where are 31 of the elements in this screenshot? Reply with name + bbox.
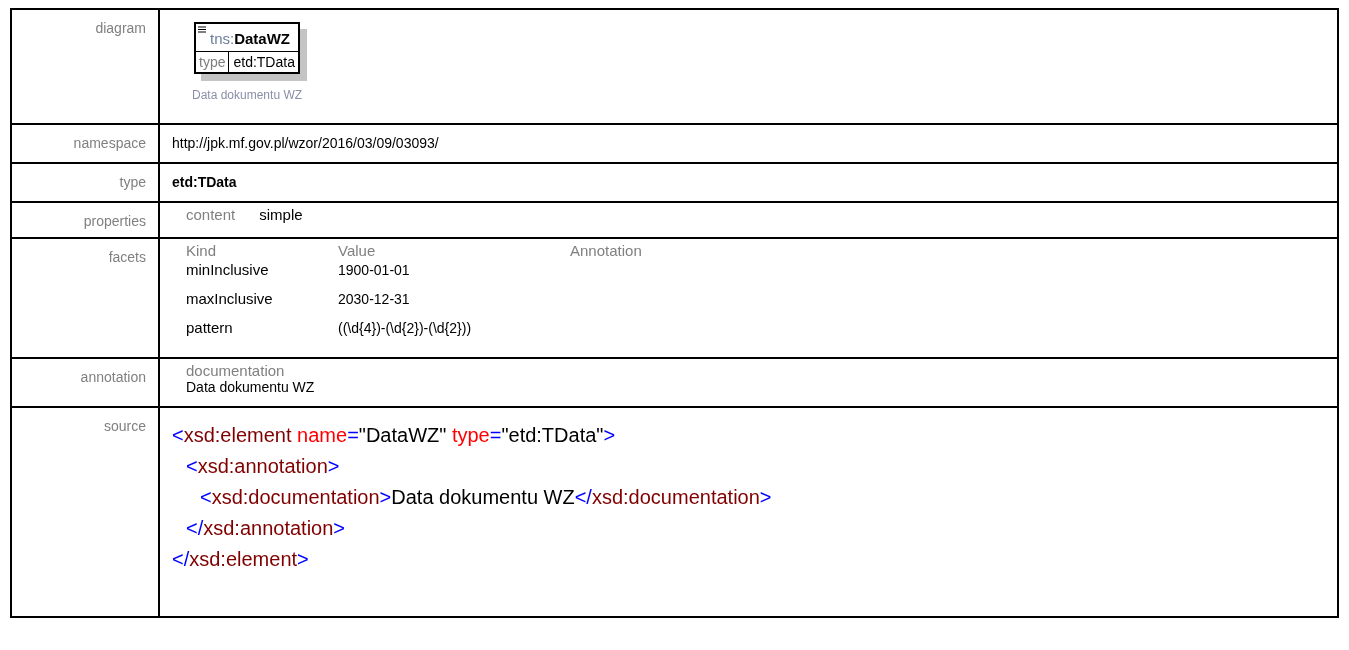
lines-icon	[198, 26, 206, 33]
namespace-value: http://jpk.mf.gov.pl/wzor/2016/03/09/03093/	[172, 135, 439, 151]
property-value: simple	[259, 206, 304, 223]
facet-value: 2030-12-31	[338, 289, 411, 309]
row-label: annotation	[80, 369, 146, 385]
facet-value: 1900-01-01	[338, 260, 411, 280]
code-line: <xsd:documentation>Data dokumentu WZ</xsd:documentation>	[200, 485, 773, 510]
row-label: namespace	[73, 135, 146, 151]
code-line: </xsd:annotation>	[186, 516, 347, 541]
row-label: facets	[108, 249, 146, 265]
row-label: properties	[83, 213, 146, 229]
code-line: </xsd:element>	[172, 547, 310, 572]
annotation-text: Data dokumentu WZ	[186, 379, 316, 395]
row-label: diagram	[95, 20, 146, 36]
code-line: <xsd:annotation>	[186, 454, 341, 479]
column-header: Annotation	[570, 242, 642, 259]
column-header: Kind	[186, 242, 338, 259]
type-value: etd:TData	[172, 174, 237, 190]
node-caption: Data dokumentu WZ	[192, 88, 303, 102]
column-header: Value	[338, 242, 570, 259]
type-value: etd:TData	[232, 53, 296, 72]
facet-kind: minInclusive	[186, 260, 270, 280]
facet-kind: maxInclusive	[186, 288, 338, 317]
row-label: source	[103, 418, 146, 434]
row-label: type	[119, 174, 146, 190]
annotation-label: documentation	[186, 362, 286, 379]
facet-kind: pattern	[186, 317, 338, 346]
property-name: content	[186, 206, 260, 223]
type-label: type	[196, 52, 230, 72]
facet-value: ((\d{4})-(\d{2})-(\d{2}))	[338, 318, 473, 338]
code-line: <xsd:element name="DataWZ" type="etd:TData">	[172, 423, 617, 448]
